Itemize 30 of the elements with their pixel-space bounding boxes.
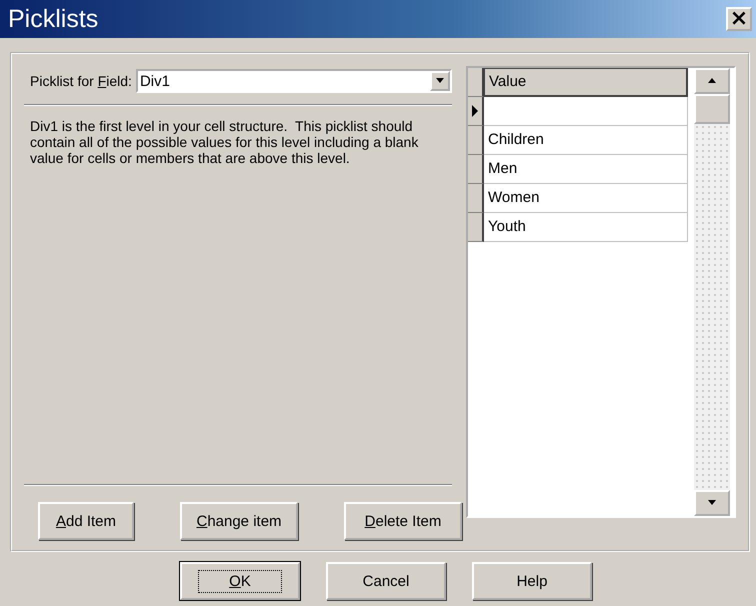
description-text: Div1 is the first level in your cell structure. This picklist should contain all of the possible values for this level including a blank value for cells or members that are above this level.: [30, 118, 420, 168]
item-button[interactable]: Change item: [180, 502, 298, 540]
table-cell[interactable]: Men: [484, 155, 688, 184]
down-arrow-icon: [707, 500, 717, 506]
dialog-button[interactable]: Cancel: [326, 562, 446, 600]
item-button[interactable]: Delete Item: [344, 502, 462, 540]
field-label: Picklist for Field:: [30, 73, 132, 89]
close-button[interactable]: ×: [726, 7, 752, 31]
dialog-button[interactable]: OK: [180, 562, 300, 600]
dialog-button[interactable]: Help: [472, 562, 592, 600]
row-header[interactable]: [468, 126, 484, 155]
table-cell[interactable]: Women: [484, 184, 688, 213]
scroll-down-button[interactable]: [694, 490, 730, 516]
up-arrow-icon: [707, 78, 717, 84]
table-cell[interactable]: Children: [484, 126, 688, 155]
row-header: [468, 68, 484, 97]
table-cell[interactable]: [484, 97, 688, 126]
current-row-icon: [472, 105, 478, 117]
row-header[interactable]: [468, 97, 484, 126]
row-header[interactable]: [468, 213, 484, 242]
scrollbar[interactable]: [694, 68, 730, 516]
scroll-thumb[interactable]: [694, 94, 730, 124]
window-title: Picklists: [8, 4, 98, 34]
field-dropdown[interactable]: Div1: [136, 69, 452, 93]
table-cell[interactable]: Youth: [484, 213, 688, 242]
row-header[interactable]: [468, 155, 484, 184]
item-button[interactable]: Add Item: [38, 502, 134, 540]
column-header: Value: [484, 68, 688, 97]
row-header[interactable]: [468, 184, 484, 213]
scroll-up-button[interactable]: [694, 68, 730, 94]
